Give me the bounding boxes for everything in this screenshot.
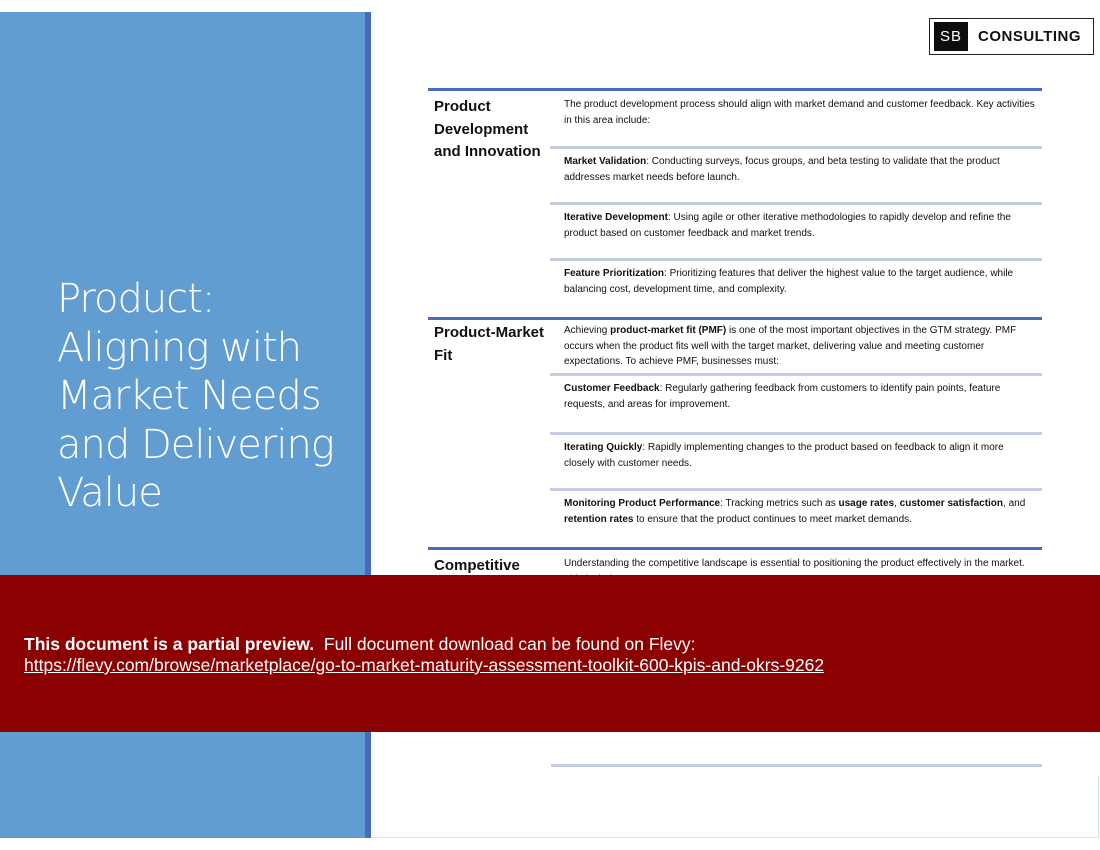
cell-emphasis: usage rates <box>838 498 895 509</box>
section-heading: Product-Market Fit <box>434 324 545 364</box>
slide-frame-edge <box>1098 775 1099 837</box>
cell-text: , and <box>1003 498 1026 509</box>
table-cell: Monitoring Product Performance: Tracking… <box>550 491 1042 547</box>
table-cell: Feature Prioritization: Prioritizing fea… <box>550 261 1042 317</box>
cell-label: product-market fit (PMF) <box>610 325 727 336</box>
slide-title: Product: Aligning with Market Needs and … <box>57 276 335 516</box>
slide-frame-edge <box>371 837 1099 838</box>
section-heading: Product Development and Innovation <box>434 98 541 160</box>
cell-text: The product development process should a… <box>564 99 1035 126</box>
table-cell: Market Validation: Conducting surveys, f… <box>550 149 1042 202</box>
cell-label: Iterative Development <box>564 212 668 223</box>
table-cell: Iterative Development: Using agile or ot… <box>550 205 1042 258</box>
section-product-development: Product Development and Innovation The p… <box>428 88 1042 317</box>
row-divider <box>551 764 1042 767</box>
cell-label: Monitoring Product Performance <box>564 498 721 509</box>
content-table: Product Development and Innovation The p… <box>428 88 1042 590</box>
cell-label: Feature Prioritization <box>564 268 665 279</box>
table-cell: Iterating Quickly: Rapidly implementing … <box>550 435 1042 488</box>
flevy-download-link[interactable]: https://flevy.com/browse/marketplace/go-… <box>24 655 824 675</box>
logo-name: CONSULTING <box>978 28 1082 45</box>
cell-text: : Tracking metrics such as <box>720 498 839 509</box>
banner-bold-text: This document is a partial preview. <box>24 634 315 654</box>
table-cell: Customer Feedback: Regularly gathering f… <box>550 376 1042 432</box>
banner-text: Full document download can be found on F… <box>323 634 696 654</box>
cell-label: Market Validation <box>564 156 647 167</box>
sb-consulting-logo: SB CONSULTING <box>929 18 1094 55</box>
cell-text: Achieving <box>564 325 611 336</box>
cell-emphasis: retention rates <box>564 513 634 525</box>
logo-mark: SB <box>934 22 968 51</box>
table-cell: Achieving product-market fit (PMF) is on… <box>550 320 1042 373</box>
section-product-market-fit: Product-Market Fit Achieving product-mar… <box>428 317 1042 547</box>
cell-emphasis: customer satisfaction <box>899 498 1004 509</box>
preview-banner: This document is a partial preview. Full… <box>0 575 1100 732</box>
cell-label: Iterating Quickly <box>564 442 643 453</box>
cell-label: Customer Feedback <box>564 383 660 394</box>
cell-text: to ensure that the product continues to … <box>633 513 912 525</box>
table-cell: The product development process should a… <box>550 91 1042 146</box>
